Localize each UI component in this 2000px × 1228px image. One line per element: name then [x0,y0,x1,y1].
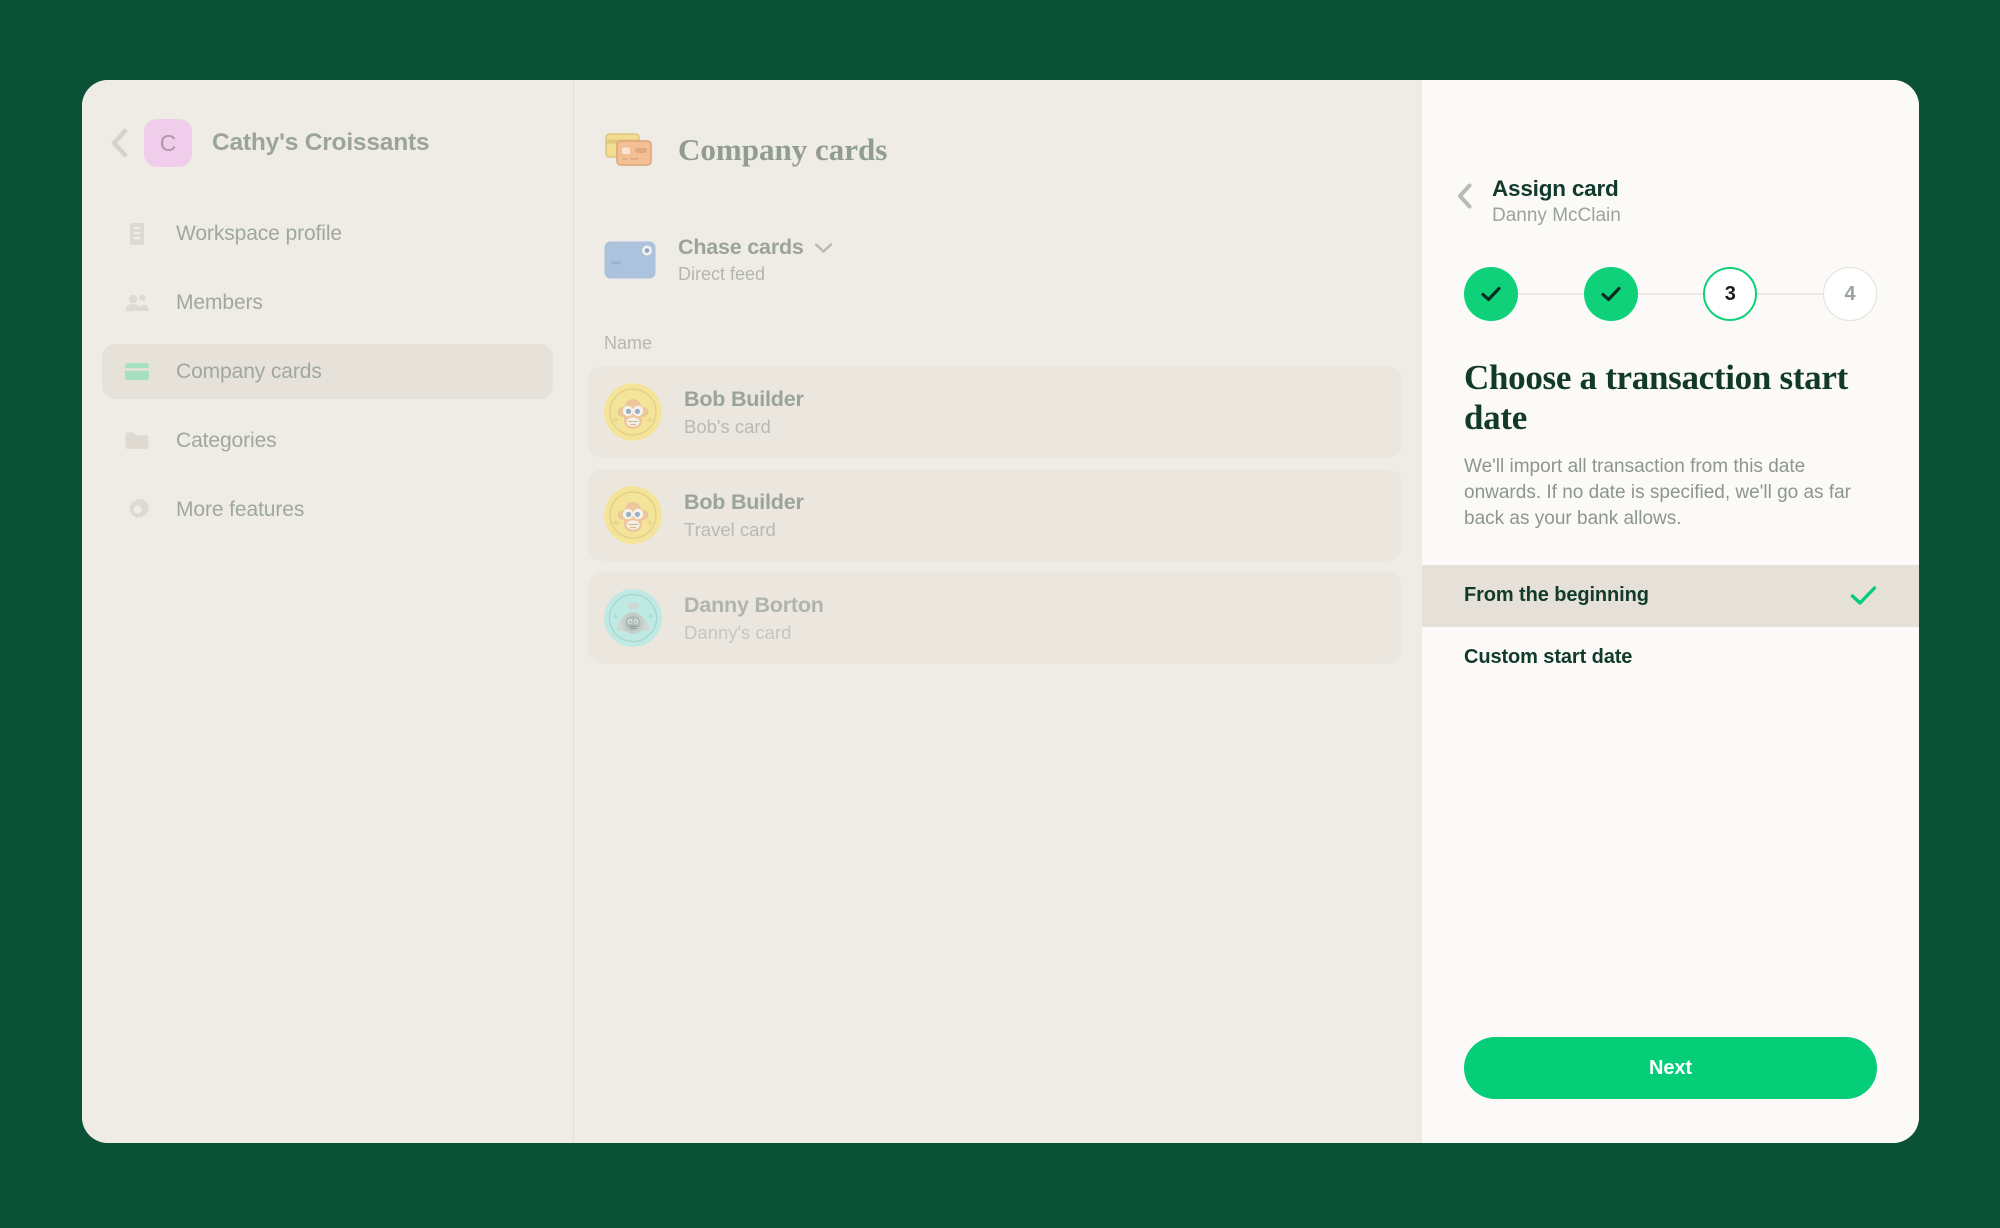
drawer-description: We'll import all transaction from this d… [1464,456,1851,530]
workspace-header: C Cathy's Croissants [82,112,573,174]
row-name: Danny Borton [684,592,824,617]
row-name: Bob Builder [684,489,804,514]
check-icon [1850,585,1877,606]
sidebar-item-members[interactable]: Members [102,275,553,330]
sidebar-item-label: Members [176,290,263,314]
people-icon [124,290,150,316]
row-text: Danny Borton Danny's card [684,593,824,644]
step-connector [1757,293,1824,295]
drawer-header: Assign card Danny McClain [1422,80,1919,227]
option-label: From the beginning [1464,584,1649,607]
next-button[interactable]: Next [1464,1037,1877,1099]
sidebar-item-categories[interactable]: Categories [102,413,553,468]
table-row[interactable]: Bob Builder Travel card [588,469,1402,561]
row-text: Bob Builder Travel card [684,490,804,541]
step-indicator: 3 4 [1422,267,1919,321]
page-title: Company cards [678,132,888,167]
sidebar-item-company-cards[interactable]: Company cards [102,344,553,399]
step-connector [1518,293,1584,295]
step-connector [1637,293,1704,295]
drawer-title: Assign card [1492,176,1619,201]
drawer-footer: Next [1422,1037,1919,1143]
chevron-left-icon[interactable] [102,126,136,160]
astronaut-avatar-cyan [604,589,662,647]
assign-card-drawer: Assign card Danny McClain 3 4 Choose a t… [1422,80,1919,1143]
panel-header: Company cards [574,118,1422,182]
two-cards-icon [604,129,656,171]
table-row[interactable]: Danny Borton Danny's card [588,572,1402,664]
step-2-done[interactable] [1583,267,1638,321]
company-cards-panel: Company cards Chase cards Direct feed Na… [574,80,1422,1143]
option-label: Custom start date [1464,646,1633,669]
row-subtitle: Danny's card [684,621,792,643]
row-subtitle: Bob's card [684,415,771,437]
credit-card-icon [124,359,150,385]
drawer-body: Choose a transaction start date We'll im… [1422,321,1919,533]
step-4-todo[interactable]: 4 [1823,267,1878,321]
step-3-current[interactable]: 3 [1703,267,1758,321]
sidebar: C Cathy's Croissants Workspace profile M… [82,80,574,1143]
sidebar-item-label: More features [176,497,305,521]
row-name: Bob Builder [684,386,804,411]
building-icon [124,221,150,247]
workspace-name: Cathy's Croissants [212,129,430,156]
folder-icon [124,428,150,454]
column-header-name: Name [604,333,653,353]
option-custom-start-date[interactable]: Custom start date [1422,627,1919,689]
card-feed-row[interactable]: Chase cards Direct feed [574,235,1422,285]
sidebar-item-more-features[interactable]: More features [102,482,553,537]
app-window: C Cathy's Croissants Workspace profile M… [82,80,1919,1143]
sidebar-item-workspace-profile[interactable]: Workspace profile [102,206,553,261]
row-text: Bob Builder Bob's card [684,387,804,438]
workspace-avatar[interactable]: C [144,119,192,167]
sidebar-nav: Workspace profile Members Company cards … [82,206,573,537]
card-list: Bob Builder Bob's card Bob Builder Trave… [574,366,1422,664]
monkey-avatar-yellow [604,383,662,441]
start-date-options: From the beginning Custom start date [1422,564,1919,689]
chevron-down-icon[interactable] [814,242,833,254]
drawer-heading: Choose a transaction start date [1464,358,1848,437]
monkey-avatar-yellow [604,486,662,544]
step-1-done[interactable] [1464,267,1518,321]
card-feed-name: Chase cards [678,235,804,259]
sidebar-item-label: Categories [176,428,277,452]
sidebar-item-label: Company cards [176,359,322,383]
gear-icon [124,497,150,523]
row-subtitle: Travel card [684,518,776,540]
table-row[interactable]: Bob Builder Bob's card [588,366,1402,458]
card-feed-text: Chase cards Direct feed [678,235,833,285]
drawer-header-text: Assign card Danny McClain [1492,176,1621,227]
drawer-subtitle: Danny McClain [1492,205,1621,226]
sidebar-item-label: Workspace profile [176,221,342,245]
blue-card-icon [604,241,656,279]
option-from-the-beginning[interactable]: From the beginning [1422,564,1919,627]
card-feed-subtitle: Direct feed [678,264,766,284]
chevron-left-icon[interactable] [1450,182,1478,210]
